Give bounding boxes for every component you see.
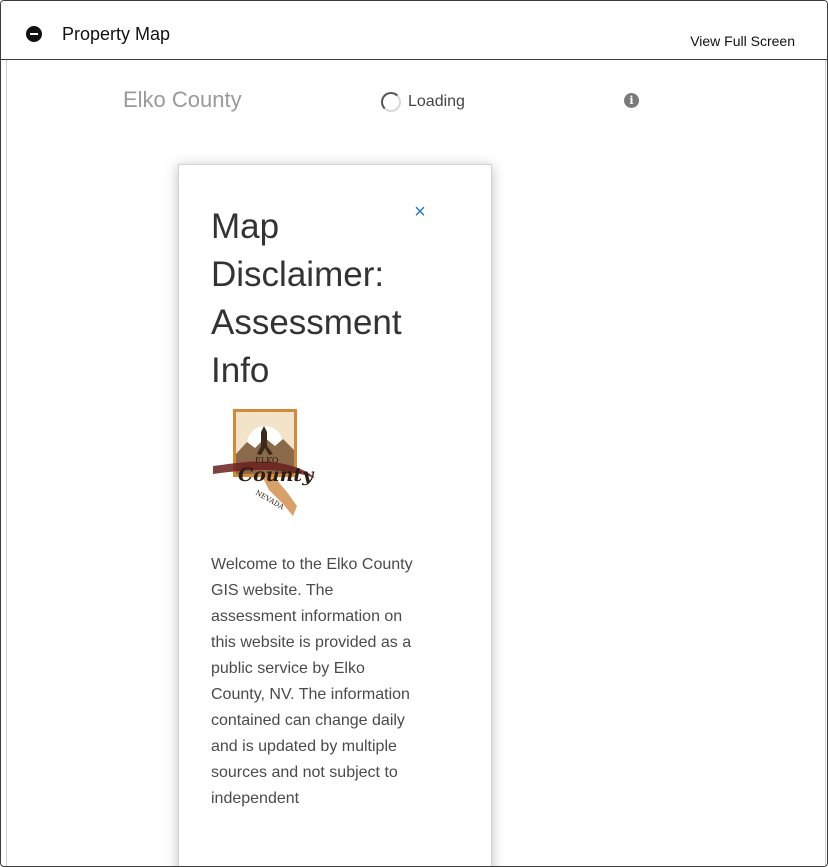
logo-text-county: County	[238, 464, 315, 486]
info-icon[interactable]: i	[624, 93, 639, 108]
view-full-screen-link[interactable]: View Full Screen	[690, 32, 795, 50]
disclaimer-dialog: Map Disclaimer: Assessment Info × ELKO C…	[178, 164, 492, 866]
close-icon[interactable]: ×	[411, 202, 429, 222]
map-title: Elko County	[123, 87, 242, 112]
panel-header: Property Map View Full Screen	[1, 1, 827, 60]
elko-county-logo: ELKO County NEVADA	[213, 409, 315, 516]
disclaimer-text: Welcome to the Elko County GIS website. …	[211, 556, 413, 807]
dialog-title: Map Disclaimer: Assessment Info	[211, 207, 402, 390]
panel-title: Property Map	[62, 24, 171, 44]
collapse-icon[interactable]	[26, 26, 42, 42]
map-frame: Elko County Loading i Map Disclaimer: As…	[6, 60, 826, 866]
loading-label: Loading	[408, 93, 465, 110]
property-map-panel: Property Map View Full Screen Elko Count…	[0, 0, 828, 867]
spinner-icon	[381, 92, 401, 112]
